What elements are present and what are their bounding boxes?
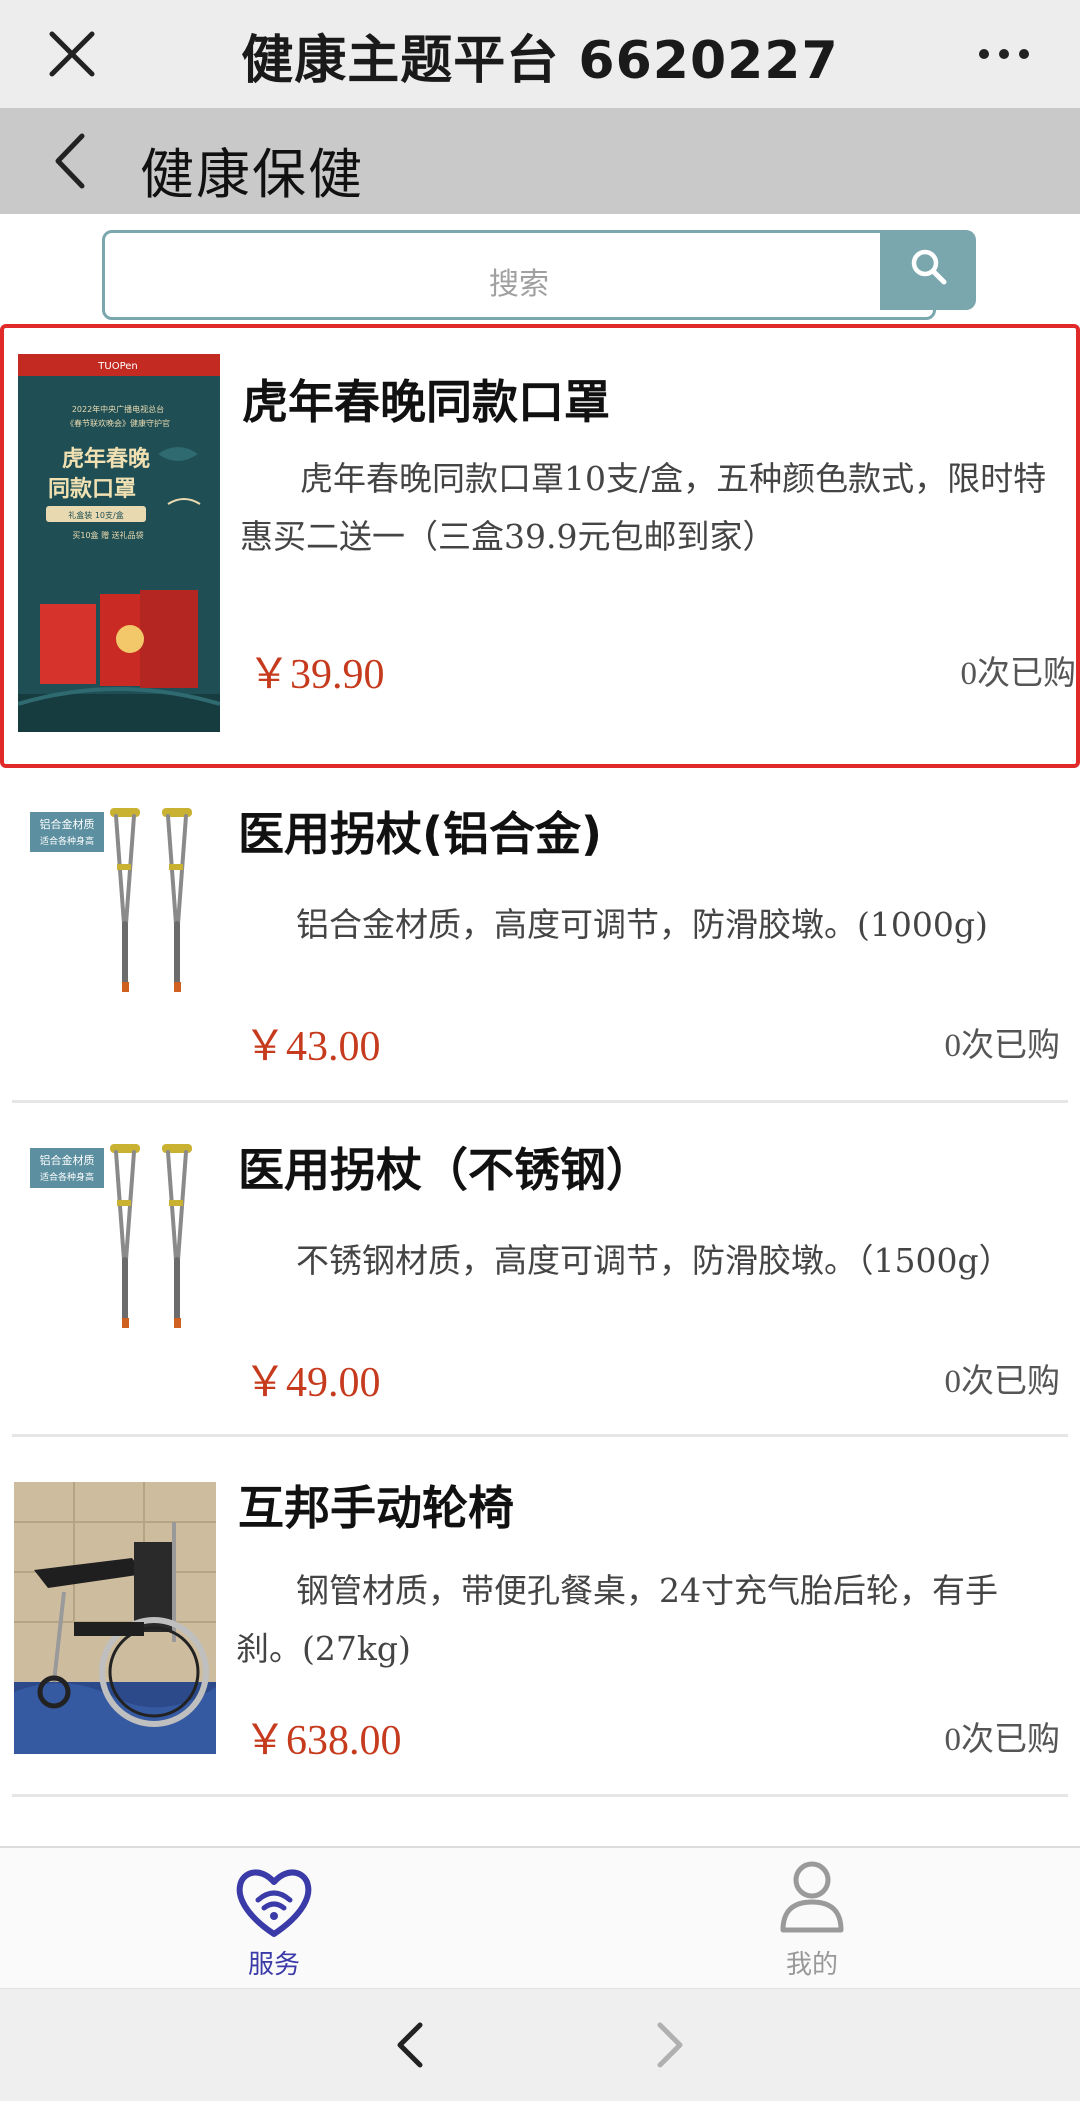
- bottom-tab-bar: 服务 我的: [0, 1846, 1080, 1988]
- product-name: 虎年春晚同款口罩: [242, 375, 610, 429]
- product-name: 医用拐杖(铝合金): [238, 807, 603, 861]
- tab-service-label: 服务: [247, 1950, 300, 1980]
- product-description: 虎年春晚同款口罩10支/盒，五种颜色款式，限时特惠买二送一（三盒39.9元包邮到…: [240, 459, 1047, 556]
- product-name: 互邦手动轮椅: [238, 1481, 514, 1535]
- browser-back-button[interactable]: [390, 2019, 430, 2075]
- chevron-left-icon: [55, 133, 85, 189]
- product-description: 不锈钢材质，高度可调节，防滑胶墩。（1500g）: [296, 1241, 1012, 1280]
- svg-text:适合各种身高: 适合各种身高: [40, 1171, 94, 1183]
- product-description: 铝合金材质，高度可调节，防滑胶墩。(1000g): [296, 905, 988, 944]
- tab-mine[interactable]: 我的: [712, 1848, 912, 1990]
- product-item[interactable]: 互邦手动轮椅 钢管材质，带便孔餐桌，24寸充气胎后轮，有手刹。(27kg) ￥6…: [0, 1438, 1080, 1788]
- product-price: ￥49.00: [244, 1360, 381, 1406]
- svg-text:买10盒 赠 送礼品袋: 买10盒 赠 送礼品袋: [72, 530, 143, 540]
- product-price: ￥43.00: [244, 1024, 381, 1070]
- divider: [12, 1794, 1068, 1797]
- browser-nav-bar: [0, 1988, 1080, 2101]
- svg-text:适合各种身高: 适合各种身高: [40, 835, 94, 847]
- browser-forward-button[interactable]: [650, 2019, 690, 2075]
- product-price: ￥39.90: [248, 652, 385, 698]
- search-button[interactable]: [880, 230, 976, 310]
- product-price: ￥638.00: [244, 1718, 402, 1764]
- tab-service[interactable]: 服务: [174, 1848, 374, 1990]
- more-icon[interactable]: [972, 34, 1036, 74]
- product-name: 医用拐杖（不锈钢）: [238, 1143, 652, 1197]
- svg-text:《春节联欢晚会》健康守护官: 《春节联欢晚会》健康守护官: [66, 418, 170, 428]
- app-title-bar: 健康主题平台 6620227: [0, 0, 1080, 108]
- chevron-left-icon: [397, 2022, 423, 2068]
- svg-text:礼盒装 10支/盒: 礼盒装 10支/盒: [68, 510, 123, 520]
- back-button[interactable]: [46, 126, 96, 196]
- search-input[interactable]: 搜索: [102, 230, 936, 320]
- search-bar: 搜索: [102, 230, 976, 320]
- chevron-right-icon: [657, 2022, 683, 2068]
- wheelchair-product-image: [14, 1482, 216, 1754]
- purchase-count: 0次已购: [944, 1028, 1061, 1064]
- divider: [12, 1434, 1068, 1437]
- purchase-count: 0次已购: [944, 1364, 1061, 1400]
- svg-text:同款口罩: 同款口罩: [48, 476, 136, 502]
- crutches-product-image: 铝合金材质 适合各种身高: [14, 1140, 216, 1344]
- svg-text:虎年春晚: 虎年春晚: [62, 446, 150, 472]
- product-item[interactable]: 铝合金材质 适合各种身高 医用拐杖（不锈钢） 不锈钢材质，高度可调节，防滑胶墩。…: [0, 1104, 1080, 1434]
- mask-product-image: TUOPen 2022年中央广播电视总台 《春节联欢晚会》健康守护官 虎年春晚 …: [18, 354, 220, 732]
- crutches-product-image: 铝合金材质 适合各种身高: [14, 804, 216, 1008]
- search-icon: [911, 249, 947, 285]
- tab-mine-label: 我的: [785, 1950, 838, 1980]
- purchase-count: 0次已购: [944, 1722, 1061, 1758]
- svg-text:2022年中央广播电视总台: 2022年中央广播电视总台: [72, 404, 164, 414]
- page-header: 健康保健: [0, 108, 1080, 214]
- app-title: 健康主题平台 6620227: [241, 31, 839, 91]
- page-title: 健康保健: [140, 143, 364, 206]
- heart-wifi-icon: [236, 1869, 312, 1937]
- product-description: 钢管材质，带便孔餐桌，24寸充气胎后轮，有手刹。(27kg): [236, 1571, 998, 1668]
- thumb-brand: TUOPen: [97, 361, 137, 372]
- svg-text:铝合金材质: 铝合金材质: [40, 1153, 95, 1167]
- purchase-count: 0次已购: [960, 656, 1077, 692]
- product-item[interactable]: TUOPen 2022年中央广播电视总台 《春节联欢晚会》健康守护官 虎年春晚 …: [0, 324, 1080, 768]
- svg-text:铝合金材质: 铝合金材质: [40, 817, 95, 831]
- divider: [12, 1100, 1068, 1103]
- user-icon: [780, 1861, 844, 1933]
- product-item[interactable]: 铝合金材质 适合各种身高 医用拐杖(铝合金) 铝合金材质，高度可调节，防滑胶墩。…: [0, 768, 1080, 1092]
